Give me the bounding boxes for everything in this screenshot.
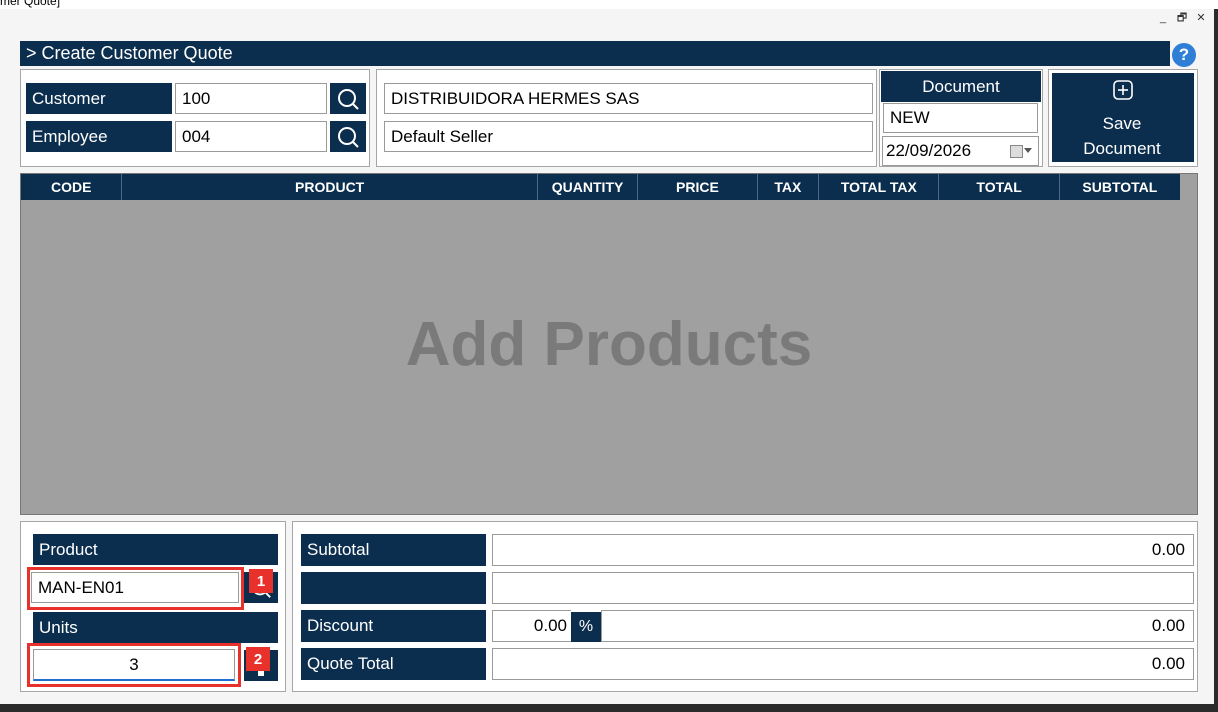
employee-name-field: Default Seller	[384, 121, 873, 152]
outer-minimize-icon[interactable]: –	[1160, 0, 1166, 5]
restore-icon[interactable]: 🗗	[1174, 11, 1190, 25]
highlight-box-1	[27, 567, 244, 610]
search-icon	[338, 88, 359, 110]
customer-search-button[interactable]	[330, 83, 366, 114]
product-label: Product	[33, 534, 278, 565]
quote-total-value: 0.00	[492, 648, 1194, 680]
document-number-field: NEW	[883, 103, 1038, 133]
add-icon	[1113, 80, 1133, 100]
column-header-tax[interactable]: TAX	[758, 174, 820, 200]
blank-label	[301, 572, 486, 604]
save-document-button[interactable]: Save Document	[1052, 73, 1194, 162]
window-title-bar: mer Quote] – ▪	[0, 0, 1218, 9]
column-header-subtotal[interactable]: SUBTOTAL	[1060, 174, 1180, 200]
annotation-badge-2: 2	[246, 647, 270, 671]
customer-name-field: DISTRIBUIDORA HERMES SAS	[384, 83, 873, 114]
calendar-icon	[1010, 145, 1023, 158]
blank-value	[492, 572, 1194, 604]
minimize-icon[interactable]: _	[1155, 11, 1171, 25]
column-header-code[interactable]: CODE	[21, 174, 123, 200]
save-document-label: Save Document	[1083, 114, 1161, 158]
discount-percent-field[interactable]: 0.00	[492, 610, 571, 642]
employee-label: Employee	[26, 121, 172, 152]
customer-code-field[interactable]: 100	[175, 83, 327, 114]
highlight-box-2	[27, 643, 241, 687]
grid-header: CODE PRODUCT QUANTITY PRICE TAX TOTAL TA…	[21, 174, 1180, 200]
discount-label: Discount	[301, 610, 486, 642]
discount-value: 0.00	[601, 610, 1194, 642]
column-header-quantity[interactable]: QUANTITY	[538, 174, 639, 200]
units-label: Units	[33, 612, 278, 643]
document-date-picker[interactable]: 22/09/2026	[882, 136, 1039, 166]
close-icon[interactable]: ✕	[1193, 11, 1209, 25]
page-title: > Create Customer Quote	[20, 41, 1170, 66]
help-icon: ?	[1172, 42, 1196, 67]
column-header-total-tax[interactable]: TOTAL TAX	[819, 174, 940, 200]
quote-total-label: Quote Total	[301, 648, 486, 680]
grid-empty-placeholder: Add Products	[405, 310, 813, 379]
annotation-badge-1: 1	[249, 569, 273, 593]
column-header-price[interactable]: PRICE	[638, 174, 758, 200]
employee-code-field[interactable]: 004	[175, 121, 327, 152]
document-label: Document	[881, 71, 1041, 102]
window-title: mer Quote]	[0, 0, 61, 8]
employee-search-button[interactable]	[330, 121, 366, 152]
help-button[interactable]: ?	[1170, 41, 1198, 68]
document-date-value: 22/09/2026	[886, 141, 972, 160]
discount-percent-button[interactable]: %	[571, 612, 601, 642]
column-header-total[interactable]: TOTAL	[939, 174, 1060, 200]
search-icon	[338, 126, 359, 148]
outer-maximize-icon[interactable]: ▪	[1189, 0, 1193, 5]
column-header-product[interactable]: PRODUCT	[122, 174, 538, 200]
customer-label: Customer	[26, 83, 172, 114]
subtotal-label: Subtotal	[301, 534, 486, 566]
subtotal-value: 0.00	[492, 534, 1194, 566]
chevron-down-icon	[1024, 148, 1032, 153]
